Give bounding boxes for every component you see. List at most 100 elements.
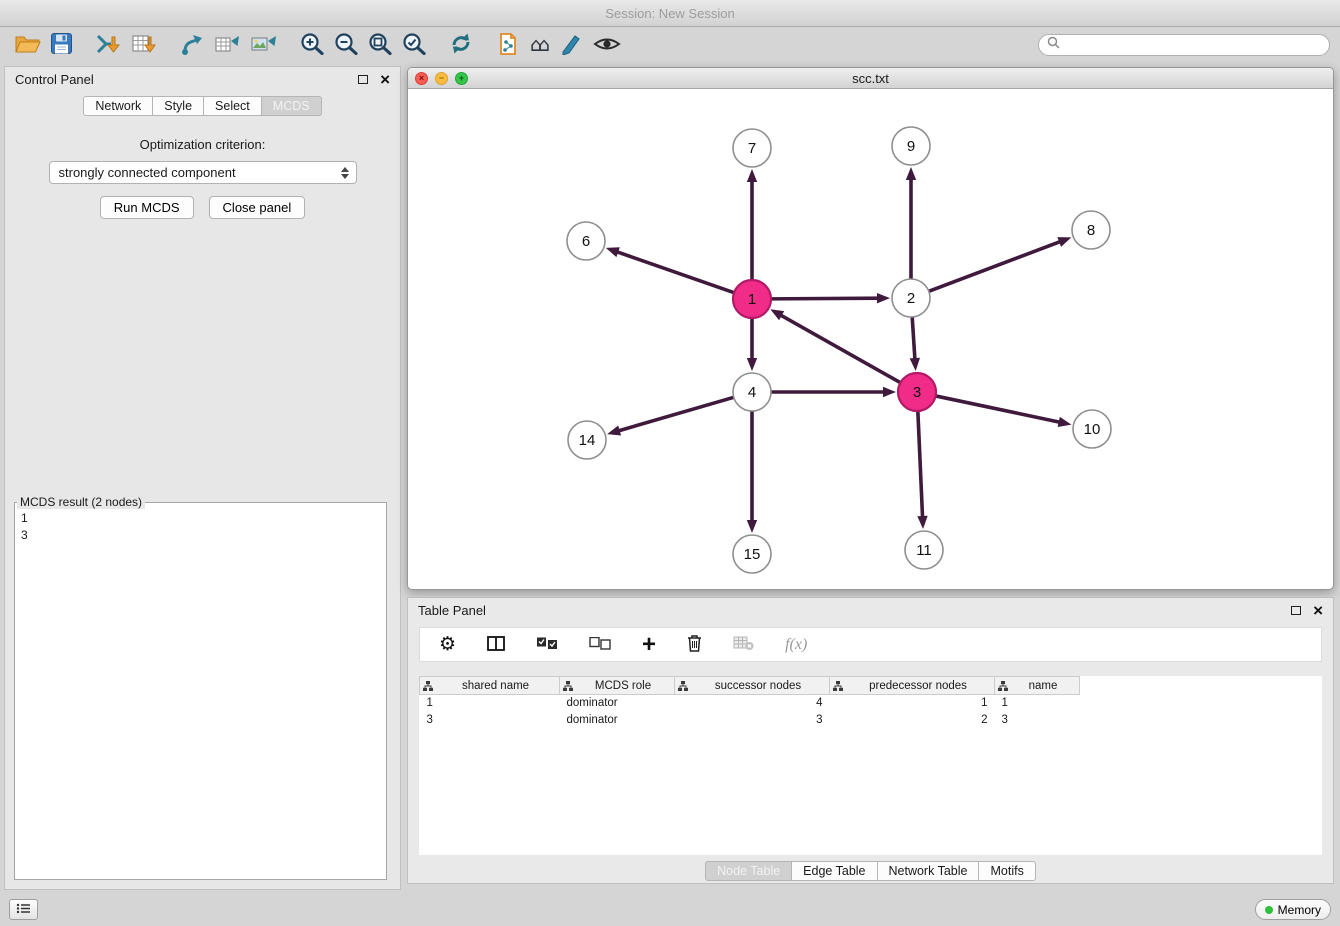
import-table-icon <box>132 33 158 58</box>
column-header-mcds-role[interactable]: MCDS role <box>560 677 675 695</box>
close-panel-button[interactable]: Close panel <box>209 196 306 219</box>
graph-edge-3-11[interactable] <box>918 411 923 519</box>
float-table-panel-icon[interactable] <box>1291 606 1301 615</box>
run-mcds-button[interactable]: Run MCDS <box>100 196 194 219</box>
table-panel-title: Table Panel <box>418 603 1291 618</box>
table-cell[interactable]: 4 <box>675 695 830 712</box>
table-cell[interactable]: 3 <box>995 712 1080 729</box>
zoom-in-button[interactable] <box>295 30 329 60</box>
show-hide-button[interactable] <box>588 34 626 57</box>
network-canvas[interactable]: 7968124314101511 <box>409 90 1332 588</box>
tab-select[interactable]: Select <box>203 96 262 116</box>
panel-menu-button[interactable] <box>9 899 38 920</box>
node-table: shared nameMCDS rolesuccessor nodesprede… <box>419 676 1080 729</box>
table-cell[interactable]: dominator <box>560 695 675 712</box>
close-panel-icon[interactable]: × <box>380 71 390 88</box>
search-field[interactable] <box>1038 34 1330 56</box>
graph-node-label: 2 <box>907 290 915 307</box>
table-cell[interactable]: 1 <box>420 695 560 712</box>
zoom-fit-button[interactable] <box>363 30 397 60</box>
import-table-button[interactable] <box>127 31 163 60</box>
column-header-predecessor-nodes[interactable]: predecessor nodes <box>830 677 995 695</box>
import-network-button[interactable] <box>90 31 127 60</box>
open-session-button[interactable] <box>10 32 46 59</box>
network-window-title: scc.txt <box>852 71 889 86</box>
search-input[interactable] <box>1065 38 1321 52</box>
graph-arrowhead <box>747 169 757 182</box>
zoom-window-icon[interactable]: + <box>455 72 468 85</box>
graph-edge-2-3[interactable] <box>912 317 915 361</box>
apply-style-button[interactable] <box>555 30 588 60</box>
table-panel-tabs: Node TableEdge TableNetwork TableMotifs <box>408 861 1333 881</box>
dropdown-stepper-icon <box>341 167 349 179</box>
graph-edge-1-2[interactable] <box>771 298 880 299</box>
table-cell[interactable]: 3 <box>420 712 560 729</box>
column-edit-icon <box>998 681 1008 694</box>
tab-node-table[interactable]: Node Table <box>705 861 792 881</box>
graph-edge-3-10[interactable] <box>936 396 1062 423</box>
network-overview-button[interactable]: ⌂⌂ <box>525 32 555 58</box>
apply-layout-button[interactable] <box>444 30 478 60</box>
table-toolbar: ⚙ + f(x) <box>419 627 1322 662</box>
node-table-area: shared nameMCDS rolesuccessor nodesprede… <box>419 676 1322 855</box>
control-panel: Control Panel × NetworkStyleSelectMCDS O… <box>4 66 401 890</box>
floppy-disk-icon <box>51 33 72 57</box>
column-edit-icon <box>423 681 433 694</box>
table-cell[interactable]: 1 <box>995 695 1080 712</box>
tab-edge-table[interactable]: Edge Table <box>791 861 877 881</box>
export-image-button[interactable] <box>246 31 282 60</box>
zoom-out-button[interactable] <box>329 30 363 60</box>
graph-edge-3-1[interactable] <box>779 314 900 382</box>
add-column-button[interactable]: + <box>637 633 661 656</box>
zoom-selected-button[interactable] <box>397 30 431 60</box>
select-all-button[interactable] <box>531 635 563 655</box>
open-folder-icon <box>15 34 41 57</box>
graph-edge-1-6[interactable] <box>615 251 734 293</box>
column-layout-icon <box>487 636 505 654</box>
table-settings-button[interactable]: ⚙ <box>434 633 461 656</box>
tab-style[interactable]: Style <box>152 96 204 116</box>
column-header-successor-nodes[interactable]: successor nodes <box>675 677 830 695</box>
network-window-titlebar[interactable]: × − + scc.txt <box>408 68 1333 89</box>
deselect-all-icon <box>589 637 611 653</box>
memory-button[interactable]: Memory <box>1255 899 1331 920</box>
table-cell[interactable]: dominator <box>560 712 675 729</box>
minimize-window-icon[interactable]: − <box>435 72 448 85</box>
tab-network-table[interactable]: Network Table <box>877 861 980 881</box>
tab-motifs[interactable]: Motifs <box>978 861 1035 881</box>
export-table-button[interactable] <box>210 31 246 60</box>
function-builder-button[interactable]: f(x) <box>780 634 812 656</box>
float-panel-icon[interactable] <box>358 75 368 84</box>
table-row[interactable]: 1dominator411 <box>420 695 1080 712</box>
deselect-all-button[interactable] <box>584 635 616 655</box>
table-cell[interactable]: 2 <box>830 712 995 729</box>
column-header-shared-name[interactable]: shared name <box>420 677 560 695</box>
column-edit-icon <box>678 681 688 694</box>
close-window-icon[interactable]: × <box>415 72 428 85</box>
tab-network[interactable]: Network <box>83 96 153 116</box>
control-panel-tabs: NetworkStyleSelectMCDS <box>5 96 400 116</box>
main-toolbar: ⌂⌂ <box>0 28 1340 62</box>
clone-network-button[interactable] <box>491 30 525 61</box>
column-layout-button[interactable] <box>482 634 510 656</box>
tab-mcds[interactable]: MCDS <box>261 96 322 116</box>
table-row[interactable]: 3dominator323 <box>420 712 1080 729</box>
optimization-label: Optimization criterion: <box>5 137 400 152</box>
table-cell[interactable]: 1 <box>830 695 995 712</box>
delete-table-button[interactable] <box>728 633 759 656</box>
delete-column-button[interactable] <box>682 632 707 657</box>
network-tools-button[interactable] <box>176 31 210 60</box>
save-session-button[interactable] <box>46 31 77 59</box>
select-all-icon <box>536 637 558 653</box>
column-header-name[interactable]: name <box>995 677 1080 695</box>
graph-arrowhead <box>877 293 890 303</box>
table-cell[interactable]: 3 <box>675 712 830 729</box>
graph-arrowhead <box>606 247 620 257</box>
mcds-result-list[interactable]: 1 3 <box>15 509 386 545</box>
close-table-panel-icon[interactable]: × <box>1313 602 1323 619</box>
optimization-criterion-dropdown[interactable]: strongly connected component <box>49 161 357 184</box>
graph-node-label: 1 <box>748 291 756 308</box>
app-window: Session: New Session ⌂⌂ Control Panel <box>0 0 1340 926</box>
graph-edge-2-8[interactable] <box>929 241 1062 291</box>
graph-edge-4-14[interactable] <box>617 397 734 431</box>
